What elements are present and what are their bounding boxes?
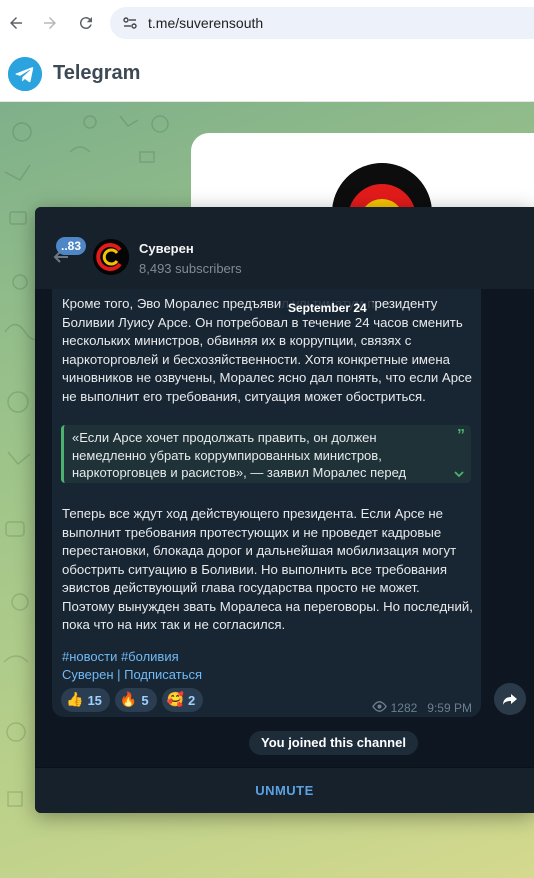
hashtags[interactable]: #новости #боливия <box>62 649 179 664</box>
telegram-logo-icon <box>8 57 42 91</box>
reaction-fire[interactable]: 🔥 5 <box>114 688 157 712</box>
message-bubble: Кроме того, Эво Моралес предъявил ультим… <box>52 289 481 717</box>
thumbs-up-icon: 👍 <box>66 692 84 708</box>
share-icon <box>503 694 517 705</box>
address-bar[interactable]: t.me/suverensouth <box>110 7 534 39</box>
channel-subscribe-link[interactable]: Суверен | Подписаться <box>62 667 202 682</box>
smiling-hearts-icon: 🥰 <box>166 692 185 708</box>
message-meta: 1282 9:59 PM <box>371 699 472 717</box>
eye-icon <box>371 699 387 717</box>
unread-badge: ..83 <box>56 237 87 255</box>
date-separator: September 24 <box>280 298 375 318</box>
back-icon[interactable] <box>6 13 26 33</box>
forward-icon[interactable] <box>40 13 60 33</box>
share-button[interactable] <box>494 683 526 715</box>
reactions: 👍 15 🔥 5 🥰 2 <box>61 688 204 712</box>
telegram-title: Telegram <box>53 62 141 84</box>
telegram-header: Telegram <box>0 46 534 102</box>
bottom-bar: UNMUTE <box>35 767 534 813</box>
fire-icon: 🔥 <box>119 692 138 708</box>
subscriber-count: 8,493 subscribers <box>139 261 242 276</box>
url-text: t.me/suverensouth <box>148 15 264 31</box>
message-paragraph-2: Теперь все ждут ход действующего президе… <box>62 506 473 632</box>
expand-chevron-icon[interactable] <box>453 467 465 479</box>
unmute-button[interactable]: UNMUTE <box>255 783 314 798</box>
channel-avatar[interactable] <box>93 239 129 275</box>
channel-window: ..83 Суверен 8,493 subscribers Кроме тог… <box>35 207 534 813</box>
reaction-love[interactable]: 🥰 2 <box>161 688 204 712</box>
message-paragraph-1: Кроме того, Эво Моралес предъявил ультим… <box>62 296 472 404</box>
message-list: Кроме того, Эво Моралес предъявил ультим… <box>35 289 534 767</box>
reaction-thumbs-up[interactable]: 👍 15 <box>61 688 110 712</box>
reaction-count: 5 <box>141 692 149 708</box>
quote-mark-icon: ” <box>457 427 465 444</box>
view-count: 1282 <box>390 701 418 715</box>
joined-channel-notice: You joined this channel <box>249 731 418 755</box>
channel-name[interactable]: Суверен <box>139 241 194 256</box>
message-time: 9:59 PM <box>427 701 472 715</box>
reaction-count: 2 <box>188 692 196 708</box>
reaction-count: 15 <box>87 692 102 708</box>
chat-header: ..83 Суверен 8,493 subscribers <box>35 207 534 289</box>
message-quote[interactable]: «Если Арсе хочет продолжать править, он … <box>61 425 471 483</box>
quote-text: «Если Арсе хочет продолжать править, он … <box>72 430 407 480</box>
browser-toolbar: t.me/suverensouth <box>0 0 534 46</box>
reload-icon[interactable] <box>76 13 96 33</box>
site-settings-icon[interactable] <box>122 15 138 31</box>
